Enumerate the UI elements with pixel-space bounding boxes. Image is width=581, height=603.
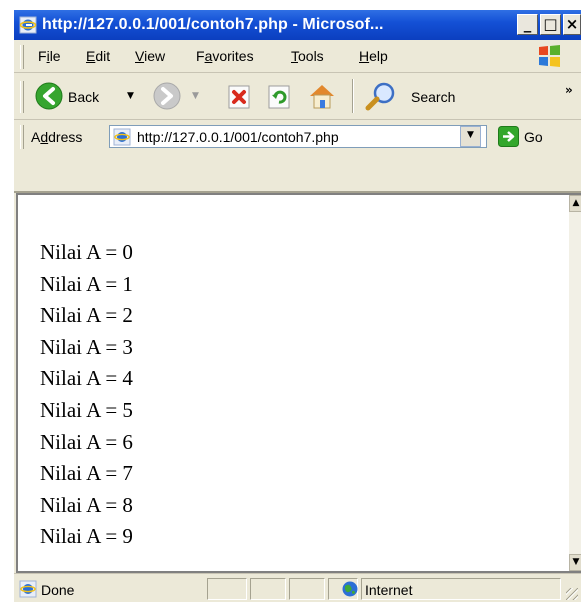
menu-edit[interactable]: Edit	[86, 48, 110, 64]
back-button[interactable]: Back ▼	[31, 79, 141, 113]
vertical-scrollbar[interactable]: ▲ ▼	[569, 195, 581, 571]
output-line: Nilai A = 6	[40, 429, 133, 454]
menu-favorites[interactable]: Favorites	[196, 48, 254, 64]
output-line: Nilai A = 3	[40, 334, 133, 359]
menu-help[interactable]: Help	[359, 48, 388, 64]
toolbar-separator	[352, 79, 354, 113]
scroll-down-icon: ▼	[572, 557, 580, 567]
menu-help-label: Help	[359, 48, 388, 64]
search-label: Search	[411, 89, 456, 105]
maximize-button[interactable]: □	[540, 14, 561, 35]
address-url: http://127.0.0.1/001/contoh7.php	[137, 129, 339, 145]
internet-explorer-icon	[19, 16, 37, 34]
search-icon	[365, 82, 395, 111]
menu-file[interactable]: File	[38, 48, 61, 64]
output-line: Nilai A = 0	[40, 240, 133, 264]
output-line: Nilai A = 9	[40, 524, 133, 549]
status-pane	[289, 578, 325, 600]
back-label: Back	[68, 89, 100, 105]
output-lines: Nilai A = 0 Nilai A = 1 Nilai A = 2 Nila…	[40, 237, 133, 553]
address-input[interactable]: http://127.0.0.1/001/contoh7.php	[109, 125, 487, 148]
refresh-icon[interactable]	[266, 84, 292, 110]
page-content: Nilai A = 0 Nilai A = 1 Nilai A = 2 Nila…	[16, 193, 581, 573]
scroll-up-icon: ▲	[572, 198, 580, 208]
address-label-rest: dress	[48, 129, 83, 145]
address-grip[interactable]	[20, 125, 24, 149]
window-title: http://127.0.0.1/001/contoh7.php - Micro…	[42, 16, 384, 33]
dropdown-arrow-icon: ▼	[467, 130, 474, 140]
forward-arrow-icon	[153, 82, 181, 110]
back-dropdown-icon[interactable]: ▼	[127, 91, 134, 101]
menu-grip[interactable]	[20, 45, 24, 69]
zone-text: Internet	[365, 582, 413, 598]
address-label-accesskey: d	[40, 129, 49, 145]
back-arrow-icon	[35, 82, 63, 110]
close-icon: ×	[565, 15, 579, 33]
browser-window: http://127.0.0.1/001/contoh7.php - Micro…	[14, 10, 581, 602]
minimize-icon: _	[523, 15, 532, 33]
menu-file-label: File	[38, 48, 61, 64]
scroll-up-button[interactable]: ▲	[569, 195, 581, 212]
status-text: Done	[41, 582, 75, 598]
menu-tools-label: Tools	[291, 48, 324, 64]
maximize-icon: □	[543, 15, 558, 33]
status-pane	[250, 578, 286, 600]
status-bar: Done Internet	[14, 573, 581, 602]
minimize-button[interactable]: _	[517, 14, 538, 35]
close-button[interactable]: ×	[563, 14, 581, 35]
resize-grip[interactable]	[566, 588, 578, 600]
forward-button[interactable]: ▼	[150, 79, 214, 113]
address-label: Address	[31, 129, 82, 145]
standard-toolbar: Back ▼ ▼ Search »	[14, 73, 581, 120]
output-line: Nilai A = 1	[40, 271, 133, 296]
toolbar-grip[interactable]	[20, 81, 24, 113]
status-pane	[207, 578, 247, 600]
title-bar[interactable]: http://127.0.0.1/001/contoh7.php - Micro…	[14, 10, 581, 40]
windows-logo-icon	[539, 45, 560, 67]
menu-view-label: View	[135, 48, 166, 64]
menu-tools[interactable]: Tools	[291, 48, 324, 64]
forward-dropdown-icon[interactable]: ▼	[192, 91, 199, 101]
stop-icon[interactable]	[226, 84, 252, 110]
menu-edit-label: Edit	[86, 48, 111, 64]
output-line: Nilai A = 7	[40, 461, 133, 486]
menu-bar: File Edit View Favorites Tools Help	[14, 40, 581, 73]
go-button[interactable]: Go	[524, 129, 543, 145]
output-line: Nilai A = 8	[40, 492, 133, 517]
toolbar-overflow-chevron[interactable]: »	[565, 83, 573, 97]
page-done-icon	[19, 580, 37, 598]
output-line: Nilai A = 2	[40, 303, 133, 328]
menu-view[interactable]: View	[135, 48, 165, 64]
address-label-prefix: A	[31, 129, 41, 145]
internet-zone-icon	[342, 581, 358, 597]
home-icon[interactable]	[306, 81, 338, 111]
page-icon	[113, 128, 131, 146]
search-button[interactable]: Search	[364, 79, 474, 113]
address-dropdown-button[interactable]: ▼	[460, 126, 481, 147]
scroll-down-button[interactable]: ▼	[569, 554, 581, 571]
go-arrow-icon[interactable]	[498, 126, 519, 147]
output-line: Nilai A = 5	[40, 397, 133, 422]
address-bar: Address http://127.0.0.1/001/contoh7.php…	[14, 120, 581, 154]
menu-favorites-label: Favorites	[196, 48, 254, 64]
output-line: Nilai A = 4	[40, 366, 133, 391]
